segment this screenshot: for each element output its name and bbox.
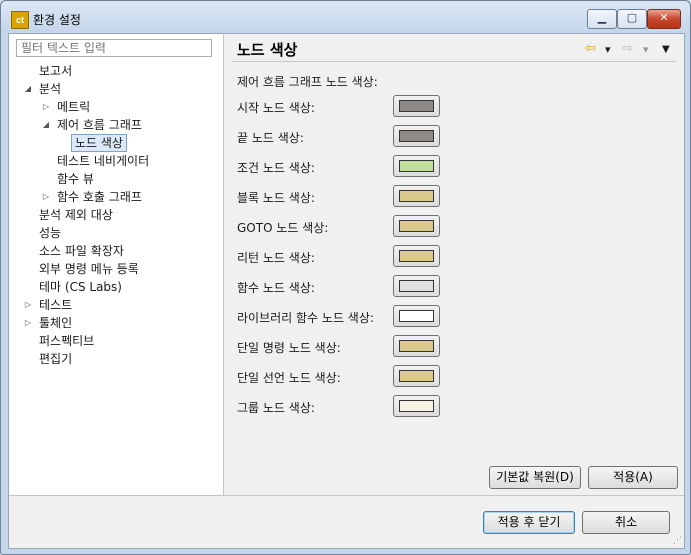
dialog-client-area: 보고서◢분석▷메트릭◢제어 흐름 그래프노드 색상테스트 네비게이터함수 뷰▷함… xyxy=(8,33,685,549)
color-swatch xyxy=(399,220,434,232)
tree-item-label: 외부 명령 메뉴 등록 xyxy=(39,262,139,276)
collapsed-arrow-icon[interactable]: ▷ xyxy=(41,98,51,116)
tree-item-label: 테스트 xyxy=(39,298,73,312)
tree-item-label: 테스트 네비게이터 xyxy=(57,154,150,168)
minimize-button[interactable]: ▁ xyxy=(587,9,617,29)
color-label: 끝 노드 색상: xyxy=(237,131,304,145)
collapsed-arrow-icon[interactable]: ▷ xyxy=(23,296,33,314)
color-swatch xyxy=(399,190,434,202)
title-bar[interactable]: ct 환경 설정 ▁ ▢ ✕ xyxy=(1,1,690,35)
resize-grip-icon[interactable]: ⋰ xyxy=(673,536,682,546)
tree-item-label: 소스 파일 확장자 xyxy=(39,244,124,258)
tree-item-label: 함수 호출 그래프 xyxy=(57,190,142,204)
color-swatch xyxy=(399,130,434,142)
color-label: 블록 노드 색상: xyxy=(237,191,315,205)
preferences-window: ct 환경 설정 ▁ ▢ ✕ 보고서◢분석▷메트릭◢제어 흐름 그래프노드 색상… xyxy=(0,0,691,555)
color-swatch xyxy=(399,400,434,412)
collapsed-arrow-icon[interactable]: ▷ xyxy=(23,314,33,332)
tree-item-label: 제어 흐름 그래프 xyxy=(57,118,142,132)
color-picker-button[interactable] xyxy=(393,95,440,117)
color-swatch xyxy=(399,370,434,382)
section-label: 제어 흐름 그래프 노드 색상: xyxy=(237,75,378,89)
expanded-arrow-icon[interactable]: ◢ xyxy=(23,80,33,98)
tree-item-label: 메트릭 xyxy=(57,100,91,114)
color-label: 단일 명령 노드 색상: xyxy=(237,341,341,355)
close-icon: ✕ xyxy=(659,11,669,24)
color-label: 리턴 노드 색상: xyxy=(237,251,315,265)
color-label: 조건 노드 색상: xyxy=(237,161,315,175)
app-icon: ct xyxy=(11,11,29,29)
tree-item-label: 분석 xyxy=(39,82,62,96)
tree-item-label: 함수 뷰 xyxy=(57,172,94,186)
color-picker-button[interactable] xyxy=(393,185,440,207)
color-picker-button[interactable] xyxy=(393,395,440,417)
preference-tree-panel: 보고서 ◢ 분석 ▷ 메트릭 ◢ 제어 흐름 그래프노드 색상테스트 네비게이터함수 뷰 ▷ 함… xyxy=(9,34,224,495)
page-title: 노드 색상 xyxy=(237,41,298,59)
forward-icon[interactable]: ⇨ xyxy=(622,41,633,56)
apply-button[interactable]: 적용(A) xyxy=(588,466,678,489)
forward-menu-icon[interactable]: ▾ xyxy=(643,43,649,56)
color-label: 함수 노드 색상: xyxy=(237,281,315,295)
color-picker-button[interactable] xyxy=(393,335,440,357)
cancel-button[interactable]: 취소 xyxy=(582,511,670,534)
tree-item-label: 노드 색상 xyxy=(71,134,127,152)
color-label: 단일 선언 노드 색상: xyxy=(237,371,341,385)
color-swatch xyxy=(399,160,434,172)
color-label: 시작 노드 색상: xyxy=(237,101,315,115)
filter-input[interactable] xyxy=(16,39,212,57)
window-title: 환경 설정 xyxy=(33,13,81,27)
tree-item-label: 편집기 xyxy=(39,352,73,366)
tree-item-label: 보고서 xyxy=(39,64,73,78)
restore-defaults-button[interactable]: 기본값 복원(D) xyxy=(489,466,581,489)
view-menu-icon[interactable]: ▼ xyxy=(662,44,670,55)
close-button[interactable]: ✕ xyxy=(647,9,681,29)
minimize-icon: ▁ xyxy=(597,11,607,24)
expanded-arrow-icon[interactable]: ◢ xyxy=(41,116,51,134)
color-swatch xyxy=(399,100,434,112)
tree-item-label: 툴체인 xyxy=(39,316,73,330)
footer-separator xyxy=(9,495,684,496)
collapsed-arrow-icon[interactable]: ▷ xyxy=(41,188,51,206)
tree-item-label: 분석 제외 대상 xyxy=(39,208,113,222)
maximize-button[interactable]: ▢ xyxy=(617,9,647,29)
color-picker-button[interactable] xyxy=(393,155,440,177)
title-separator xyxy=(232,61,676,62)
tree-item-label: 퍼스펙티브 xyxy=(39,334,95,348)
color-picker-button[interactable] xyxy=(393,215,440,237)
tree-item-label: 테마 (CS Labs) xyxy=(39,280,122,294)
preference-page: 노드 색상 ⇦ ▾ ⇨ ▾ ▼ 제어 흐름 그래프 노드 색상: 시작 노드 색… xyxy=(224,34,684,495)
color-picker-button[interactable] xyxy=(393,245,440,267)
color-picker-button[interactable] xyxy=(393,275,440,297)
back-menu-icon[interactable]: ▾ xyxy=(605,43,611,56)
back-icon[interactable]: ⇦ xyxy=(585,41,596,56)
color-swatch xyxy=(399,340,434,352)
color-picker-button[interactable] xyxy=(393,125,440,147)
color-swatch xyxy=(399,280,434,292)
color-label: GOTO 노드 색상: xyxy=(237,221,329,235)
maximize-icon: ▢ xyxy=(626,11,638,24)
tree-item-label: 성능 xyxy=(39,226,62,240)
color-swatch xyxy=(399,250,434,262)
color-label: 그룹 노드 색상: xyxy=(237,401,315,415)
color-swatch xyxy=(399,310,434,322)
color-picker-button[interactable] xyxy=(393,365,440,387)
apply-and-close-button[interactable]: 적용 후 닫기 xyxy=(483,511,575,534)
color-label: 라이브러리 함수 노드 색상: xyxy=(237,311,374,325)
color-picker-button[interactable] xyxy=(393,305,440,327)
